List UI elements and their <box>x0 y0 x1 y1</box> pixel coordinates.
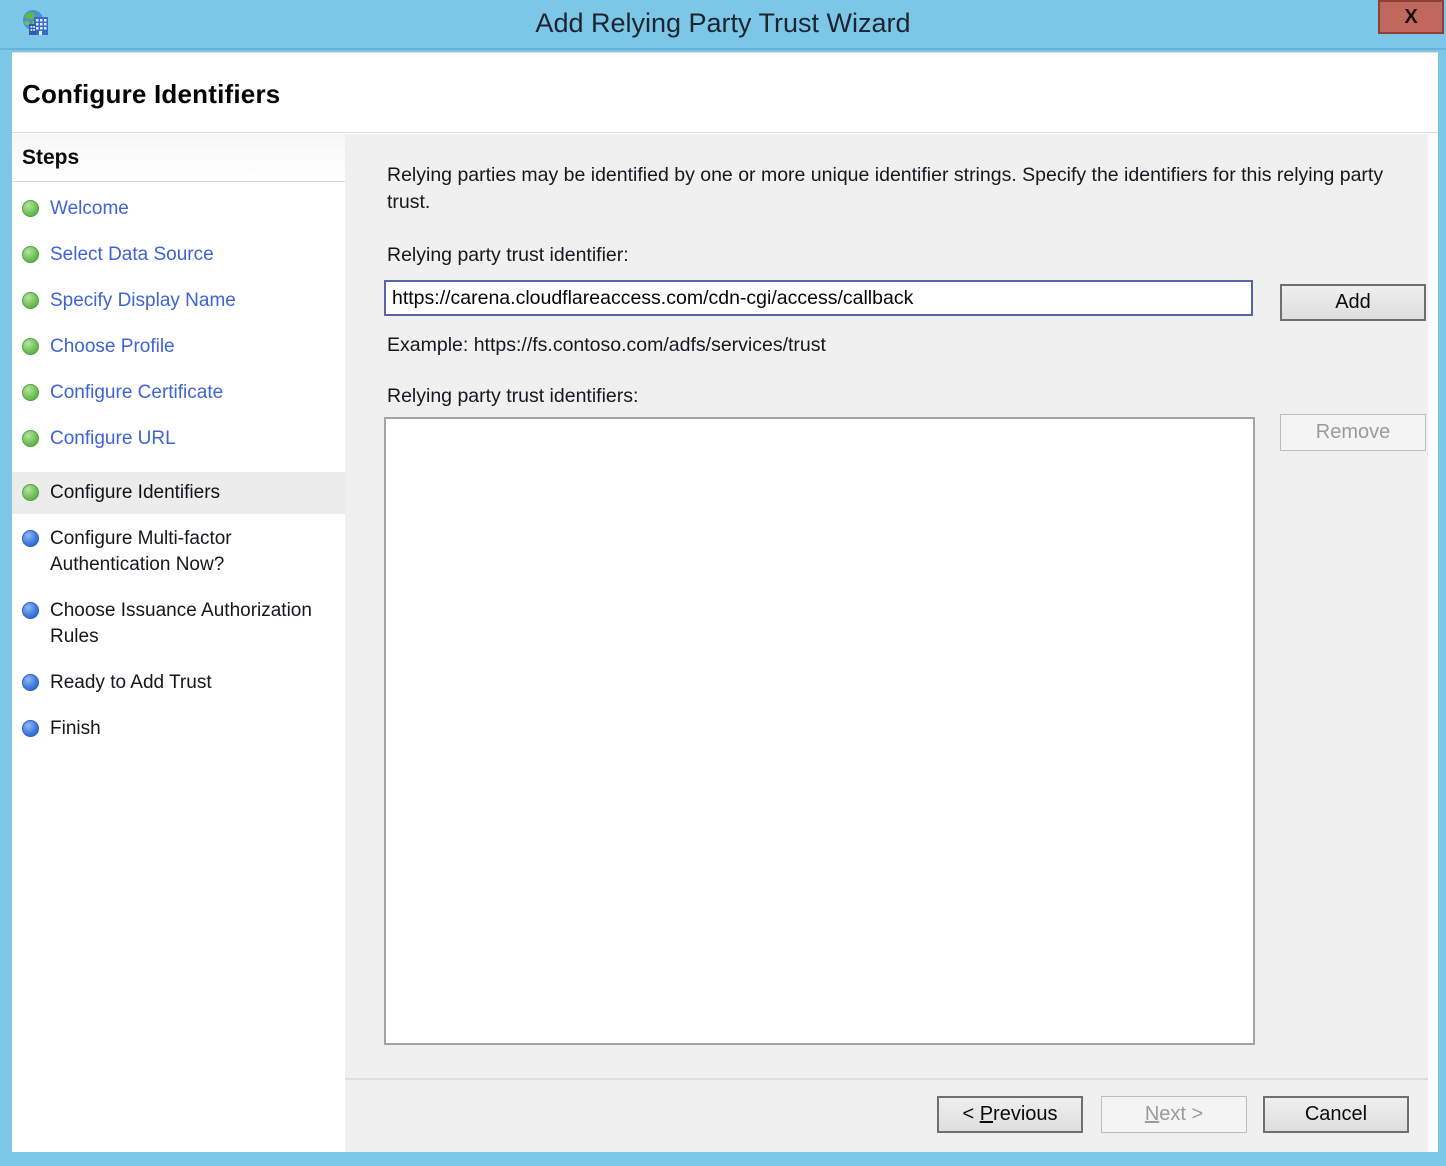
sidebar-step-configure-multi-factor-authentication-now: Configure Multi-factor Authentication No… <box>12 526 345 578</box>
example-text: Example: https://fs.contoso.com/adfs/ser… <box>387 334 826 357</box>
steps-list: Welcome Select Data Source Specify Display… <box>12 182 345 742</box>
step-pending-icon <box>22 674 39 691</box>
step-label: Configure Multi-factor Authentication No… <box>50 528 232 575</box>
next-button[interactable]: Next > <box>1101 1096 1247 1133</box>
step-label: Choose Issuance Authorization Rules <box>50 600 312 647</box>
sidebar-step-select-data-source[interactable]: Select Data Source <box>12 242 345 268</box>
steps-heading: Steps <box>12 134 345 182</box>
titlebar: Add Relying Party Trust Wizard X <box>0 0 1446 50</box>
identifier-input[interactable] <box>384 280 1253 316</box>
main-content: Relying parties may be identified by one… <box>345 134 1428 1079</box>
sidebar-step-specify-display-name[interactable]: Specify Display Name <box>12 288 345 314</box>
sidebar-step-configure-url[interactable]: Configure URL <box>12 426 345 452</box>
sidebar-step-finish: Finish <box>12 716 345 742</box>
identifiers-label: Relying party trust identifiers: <box>387 385 638 408</box>
intro-text: Relying parties may be identified by one… <box>387 162 1411 216</box>
footer-bar: < Previous Next > Cancel <box>345 1078 1428 1152</box>
step-label: Choose Profile <box>50 336 175 357</box>
step-pending-icon <box>22 720 39 737</box>
page-header: Configure Identifiers <box>12 52 1438 133</box>
remove-button[interactable]: Remove <box>1280 414 1426 451</box>
step-complete-icon <box>22 430 39 447</box>
identifiers-listbox[interactable] <box>384 417 1255 1045</box>
step-complete-icon <box>22 338 39 355</box>
steps-sidebar: Steps Welcome Select Data Source Specify D… <box>12 134 345 1152</box>
step-label: Welcome <box>50 198 129 219</box>
page-title: Configure Identifiers <box>22 79 280 110</box>
step-label: Specify Display Name <box>50 290 236 311</box>
close-icon: X <box>1404 7 1417 27</box>
sidebar-step-choose-issuance-authorization-rules: Choose Issuance Authorization Rules <box>12 598 345 650</box>
add-button[interactable]: Add <box>1280 284 1426 321</box>
adfs-globe-building-icon <box>20 8 52 42</box>
window-title: Add Relying Party Trust Wizard <box>535 8 910 39</box>
step-complete-icon <box>22 292 39 309</box>
sidebar-step-welcome[interactable]: Welcome <box>12 196 345 222</box>
previous-button[interactable]: < Previous <box>937 1096 1083 1133</box>
wizard-window: Configure Identifiers Steps Welcome Selec… <box>12 52 1438 1152</box>
sidebar-step-choose-profile[interactable]: Choose Profile <box>12 334 345 360</box>
step-complete-icon <box>22 484 39 501</box>
step-pending-icon <box>22 602 39 619</box>
sidebar-step-configure-identifiers: Configure Identifiers <box>12 472 345 514</box>
previous-label: < Previous <box>962 1103 1057 1126</box>
sidebar-step-ready-to-add-trust: Ready to Add Trust <box>12 670 345 696</box>
close-button[interactable]: X <box>1378 0 1444 34</box>
step-label: Ready to Add Trust <box>50 672 212 693</box>
cancel-button[interactable]: Cancel <box>1263 1096 1409 1133</box>
step-label: Finish <box>50 718 101 739</box>
step-label: Configure URL <box>50 428 176 449</box>
sidebar-step-configure-certificate[interactable]: Configure Certificate <box>12 380 345 406</box>
next-label: Next > <box>1145 1103 1203 1126</box>
step-label: Select Data Source <box>50 244 214 265</box>
step-pending-icon <box>22 530 39 547</box>
identifier-label: Relying party trust identifier: <box>387 244 629 267</box>
step-label: Configure Identifiers <box>50 482 220 503</box>
step-complete-icon <box>22 384 39 401</box>
step-complete-icon <box>22 246 39 263</box>
step-complete-icon <box>22 200 39 217</box>
step-label: Configure Certificate <box>50 382 223 403</box>
